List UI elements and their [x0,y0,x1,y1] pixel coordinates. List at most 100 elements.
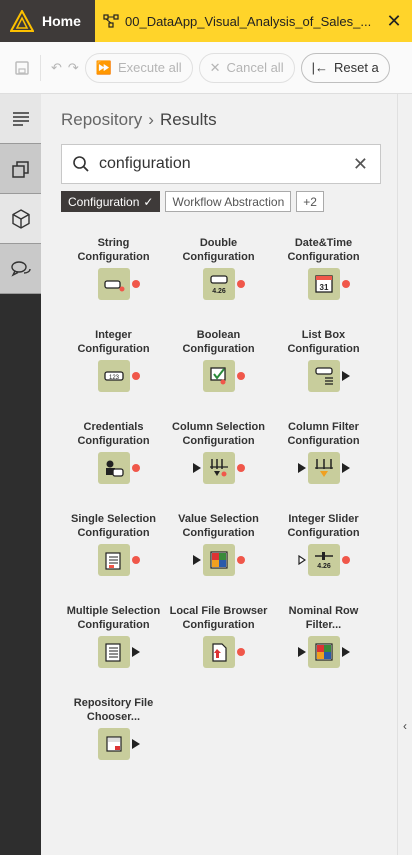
node-title-line1: Double [199,237,238,249]
boolean-config-icon[interactable] [202,360,235,392]
tag-workflow-abstraction[interactable]: Workflow Abstraction [165,191,292,212]
node-title: Nominal Row Filter... [289,604,359,632]
reset-all-button[interactable]: |← Reset a [300,52,390,83]
node-title-line2: Filter... [305,619,342,631]
repository-file-chooser-icon[interactable] [97,728,130,760]
node-tile[interactable]: Single Selection Configuration [61,512,166,576]
reset-all-label: Reset a [333,60,379,75]
node-title: Value Selection Configuration [178,512,259,540]
node-tile[interactable]: Column Filter Configuration [271,420,376,484]
node-body [192,452,245,484]
chat-icon [10,260,31,277]
node-title-line2: Configuration [77,619,150,631]
local-file-browser-config-icon[interactable] [202,636,235,668]
node-title-line2: Configuration [77,343,150,355]
undo-button[interactable]: ↶ [51,53,62,83]
checkmark-icon: ✓ [143,194,154,209]
node-title-line1: Repository File [73,697,154,709]
sidebar-item-space-explorer[interactable] [0,144,41,194]
svg-text:4.26: 4.26 [317,563,331,570]
node-title: Date&Time Configuration [287,236,359,264]
integer-slider-config-icon[interactable]: 4.26 [307,544,340,576]
node-tile[interactable]: Double Configuration 4.26 [166,236,271,300]
breadcrumb-repository[interactable]: Repository [61,110,142,130]
node-tile[interactable]: Credentials Configuration [61,420,166,484]
single-selection-config-icon[interactable] [97,544,130,576]
nominal-row-filter-icon[interactable] [307,636,340,668]
node-title: Local File Browser Configuration [170,604,268,632]
table-input-port-icon [192,463,201,473]
node-body [88,728,140,760]
node-tile[interactable]: Value Selection Configuration [166,512,271,576]
node-title-line1: Value Selection [178,513,259,525]
double-config-icon[interactable]: 4.26 [202,268,235,300]
redo-button[interactable]: ↷ [68,53,79,83]
node-tile[interactable]: Nominal Row Filter... [271,604,376,668]
credentials-config-icon[interactable] [97,452,130,484]
table-output-port-icon [341,371,350,381]
column-filter-config-icon[interactable] [307,452,340,484]
node-tile[interactable]: Integer Configuration 123 [61,328,166,392]
redo-icon: ↷ [67,59,79,75]
node-tile[interactable]: Multiple Selection Configuration [61,604,166,668]
tag-configuration[interactable]: Configuration ✓ [61,191,161,212]
cancel-all-button[interactable]: ✕ Cancel all [198,52,295,83]
flow-variable-output-port-icon [236,556,245,564]
sidebar-item-node-repository[interactable] [0,194,41,244]
table-input-port-icon [297,463,306,473]
node-title-line2: Configuration [287,343,360,355]
node-title: List Box Configuration [287,328,359,356]
column-selection-config-icon[interactable] [202,452,235,484]
tag-more[interactable]: +2 [296,191,324,212]
node-tile[interactable]: Integer Slider Configuration 4.26 [271,512,376,576]
save-button[interactable] [14,53,30,83]
node-tile[interactable]: String Configuration [61,236,166,300]
tab-workflow-label: 00_DataApp_Visual_Analysis_of_Sales_... [125,13,372,29]
table-output-port-icon [131,647,140,657]
node-title-line1: List Box [301,329,346,341]
node-body [297,636,350,668]
datetime-config-icon[interactable]: 31 [307,268,340,300]
expand-panel-chevron-icon[interactable]: ‹ [403,719,407,733]
node-tile[interactable]: Repository File Chooser... [61,696,166,760]
node-title-line1: Date&Time [294,237,353,249]
cancel-all-icon: ✕ [209,59,221,75]
close-tab-icon[interactable]: ✕ [384,11,404,32]
flow-variable-output-port-icon [236,648,245,656]
clear-search-icon[interactable]: ✕ [353,154,368,175]
flow-variable-output-port-icon [131,556,140,564]
listbox-config-icon[interactable] [307,360,340,392]
node-title-line1: Nominal Row [288,605,359,617]
multiple-selection-config-icon[interactable] [97,636,130,668]
sidebar-item-ai-assistant[interactable] [0,244,41,294]
node-tile[interactable]: Date&Time Configuration 31 [271,236,376,300]
node-tile[interactable]: List Box Configuration [271,328,376,392]
save-icon [15,60,29,75]
tab-home[interactable]: Home [0,0,95,42]
node-title-line1: Credentials [83,421,144,433]
flow-variable-output-port-icon [341,556,350,564]
node-tile[interactable]: Column Selection Configuration [166,420,271,484]
node-results-grid: String Configuration Double Configuration 4.… [61,236,376,760]
search-box: ✕ [61,144,381,184]
node-title-line2: Chooser... [86,711,141,723]
node-title: Double Configuration [182,236,254,264]
node-body: 4.26 [297,544,350,576]
value-selection-config-icon[interactable] [202,544,235,576]
sidebar-item-description[interactable] [0,94,41,144]
node-title-line2: Configuration [287,251,360,263]
node-title-line1: String [97,237,130,249]
string-config-icon[interactable] [97,268,130,300]
node-title-line2: Configuration [182,251,255,263]
knime-logo-icon [10,10,34,32]
node-tile[interactable]: Local File Browser Configuration [166,604,271,668]
integer-config-icon[interactable]: 123 [97,360,130,392]
node-body [298,360,350,392]
tab-bar: Home 00_DataApp_Visual_Analysis_of_Sales… [0,0,412,42]
node-body: 4.26 [193,268,245,300]
search-input[interactable] [99,155,339,173]
execute-all-button[interactable]: ⏩ Execute all [84,52,193,83]
tab-workflow[interactable]: 00_DataApp_Visual_Analysis_of_Sales_... … [95,0,412,42]
node-tile[interactable]: Boolean Configuration [166,328,271,392]
explorer-icon [11,160,29,178]
